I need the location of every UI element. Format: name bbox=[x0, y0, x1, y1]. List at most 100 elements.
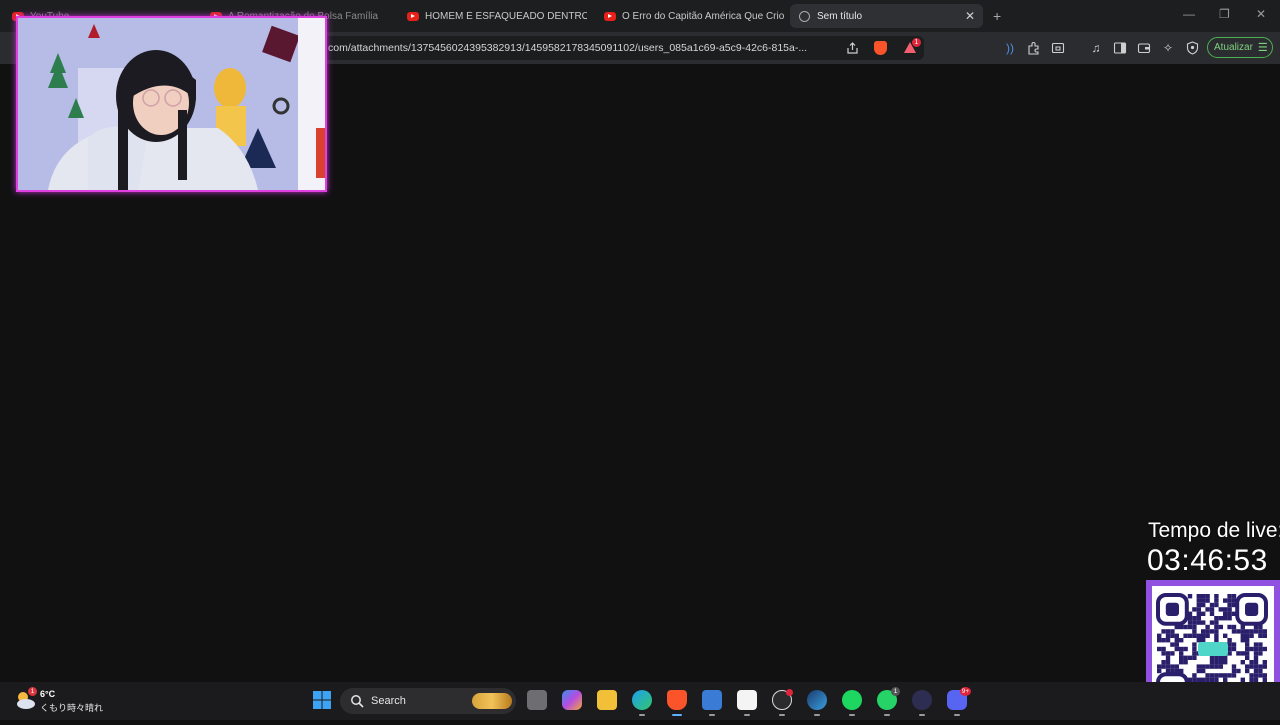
leo-ai-icon[interactable]: ✧ bbox=[1160, 40, 1176, 56]
hamburger-menu-icon: ☰ bbox=[1257, 42, 1268, 54]
address-bar[interactable]: com/attachments/1375456024395382913/1459… bbox=[300, 36, 924, 60]
qr-module bbox=[1245, 602, 1259, 616]
qr-module bbox=[1227, 611, 1232, 616]
capcut-icon[interactable] bbox=[737, 690, 757, 710]
brave-icon[interactable] bbox=[667, 690, 687, 710]
obs-icon[interactable] bbox=[912, 690, 932, 710]
qr-module bbox=[1201, 638, 1206, 643]
qr-module bbox=[1170, 651, 1175, 656]
qr-module bbox=[1231, 594, 1237, 599]
windows-taskbar: 1 6°C くもり時々晴れ Search 1 9+ bbox=[0, 682, 1280, 720]
qr-module bbox=[1223, 660, 1228, 665]
media-icon[interactable]: ♫ bbox=[1088, 40, 1104, 56]
qr-module bbox=[1170, 664, 1175, 669]
task-view-icon[interactable] bbox=[527, 690, 547, 710]
qr-module bbox=[1165, 633, 1171, 638]
qr-module bbox=[1201, 594, 1206, 599]
tab-capitao-america[interactable]: O Erro do Capitão América Que Crio bbox=[596, 4, 784, 28]
qr-module bbox=[1227, 638, 1232, 643]
qr-module bbox=[1174, 633, 1179, 638]
qr-module bbox=[1205, 633, 1210, 638]
taskbar-search[interactable]: Search bbox=[340, 688, 516, 714]
restore-icon[interactable]: ❐ bbox=[1219, 7, 1230, 21]
qr-module bbox=[1179, 646, 1184, 652]
qr-module bbox=[1174, 638, 1179, 643]
qr-module bbox=[1183, 633, 1188, 638]
update-label: Atualizar bbox=[1214, 42, 1253, 53]
search-icon bbox=[351, 695, 364, 708]
qr-module bbox=[1240, 651, 1245, 656]
file-explorer-icon[interactable] bbox=[597, 690, 617, 710]
qr-module bbox=[1249, 673, 1254, 678]
url-text[interactable]: com/attachments/1375456024395382913/1459… bbox=[328, 42, 834, 54]
qr-module bbox=[1196, 607, 1201, 612]
spotify-icon[interactable] bbox=[842, 690, 862, 710]
copilot-icon[interactable] bbox=[562, 690, 582, 710]
qr-module bbox=[1205, 594, 1210, 599]
brave-shield-icon[interactable] bbox=[874, 41, 887, 55]
qr-module bbox=[1183, 624, 1188, 630]
steam-icon[interactable] bbox=[807, 690, 827, 710]
close-tab-icon[interactable]: ✕ bbox=[963, 9, 977, 23]
tab-sem-titulo[interactable]: Sem título ✕ bbox=[790, 4, 983, 28]
qr-module bbox=[1249, 629, 1254, 634]
qr-module bbox=[1205, 673, 1210, 678]
globe-icon bbox=[799, 10, 810, 22]
qr-module bbox=[1209, 660, 1215, 665]
qr-module bbox=[1258, 629, 1263, 634]
qr-module bbox=[1227, 594, 1232, 599]
qr-module bbox=[1249, 664, 1254, 669]
qr-module bbox=[1192, 633, 1197, 638]
qr-module bbox=[1253, 651, 1259, 656]
qr-module bbox=[1253, 655, 1259, 660]
running-indicator bbox=[849, 714, 855, 716]
qr-module bbox=[1249, 633, 1254, 638]
qr-module bbox=[1161, 638, 1166, 643]
start-button[interactable] bbox=[312, 690, 332, 710]
qr-module bbox=[1253, 668, 1259, 674]
microsoft-store-icon[interactable] bbox=[702, 690, 722, 710]
qr-module bbox=[1223, 611, 1228, 616]
screenshot-icon[interactable] bbox=[1050, 40, 1066, 56]
qr-module bbox=[1218, 607, 1223, 612]
whatsapp-badge: 1 bbox=[891, 687, 900, 696]
qr-module bbox=[1218, 624, 1223, 630]
qr-module bbox=[1187, 655, 1193, 660]
qr-module bbox=[1218, 660, 1223, 665]
rewards-badge: 1 bbox=[912, 38, 921, 47]
qr-module bbox=[1201, 664, 1206, 669]
webcam-feed bbox=[18, 18, 325, 190]
qr-module bbox=[1157, 668, 1162, 674]
qr-module bbox=[1236, 651, 1241, 656]
qr-module bbox=[1253, 664, 1259, 669]
qr-module bbox=[1262, 664, 1267, 669]
audio-playing-icon[interactable]: )) bbox=[1002, 40, 1018, 56]
extensions-icon[interactable] bbox=[1026, 40, 1042, 56]
qr-module bbox=[1179, 655, 1184, 660]
qr-module bbox=[1262, 673, 1267, 678]
sidebar-icon[interactable] bbox=[1112, 40, 1128, 56]
search-highlight-art bbox=[472, 693, 512, 709]
qr-module bbox=[1165, 651, 1171, 656]
qr-module bbox=[1236, 629, 1241, 634]
qr-module bbox=[1192, 655, 1197, 660]
qr-module bbox=[1258, 668, 1263, 674]
window-close-icon[interactable]: ✕ bbox=[1256, 7, 1266, 21]
wallet-icon[interactable] bbox=[1136, 40, 1152, 56]
qr-module bbox=[1165, 655, 1171, 660]
qr-module bbox=[1227, 624, 1232, 630]
windows-logo-icon bbox=[313, 691, 331, 709]
qr-module bbox=[1223, 616, 1228, 621]
qr-module bbox=[1196, 602, 1201, 608]
qr-module bbox=[1231, 629, 1237, 634]
minimize-icon[interactable]: — bbox=[1183, 7, 1195, 21]
vpn-shield-icon[interactable] bbox=[1184, 40, 1200, 56]
update-button[interactable]: Atualizar ☰ bbox=[1207, 37, 1273, 58]
new-tab-icon[interactable]: + bbox=[993, 8, 1001, 24]
share-icon[interactable] bbox=[844, 40, 860, 56]
edge-icon[interactable] bbox=[632, 690, 652, 710]
qr-module bbox=[1201, 668, 1206, 674]
qr-module bbox=[1253, 646, 1259, 652]
tab-homem-esfaqueado[interactable]: HOMEM É ESFAQUEADO DENTRO D bbox=[399, 4, 587, 28]
qr-module bbox=[1179, 651, 1184, 656]
